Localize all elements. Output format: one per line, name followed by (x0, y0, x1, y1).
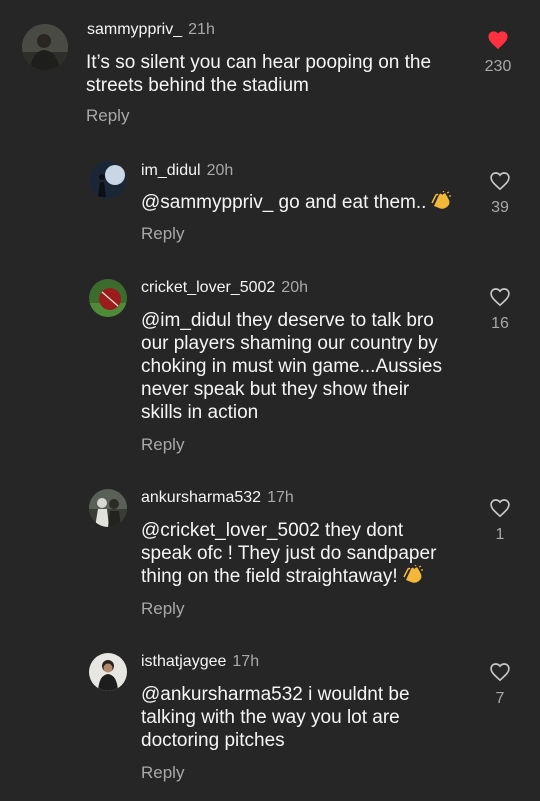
reply-button[interactable]: Reply (141, 435, 184, 455)
avatar[interactable] (89, 489, 127, 527)
comment-header: isthatjaygee 17h (141, 653, 259, 671)
timestamp: 20h (206, 162, 234, 179)
comment-text: @sammyppriv_ go and eat them.. (141, 190, 452, 217)
username[interactable]: sammyppriv_ (87, 21, 182, 38)
heart-filled-icon (488, 31, 508, 50)
like-count: 1 (495, 526, 505, 543)
silhouette-photo-icon (89, 161, 127, 199)
heart-outline-icon (490, 288, 510, 307)
comment-body: go and eat them.. (273, 192, 427, 213)
comment-header: ankursharma532 17h (141, 489, 294, 507)
comment-body: It’s so silent you can hear pooping on t… (86, 52, 432, 96)
reply-button[interactable]: Reply (141, 224, 184, 244)
avatar[interactable] (89, 161, 127, 199)
like-button[interactable]: 1 (480, 498, 520, 544)
username[interactable]: isthatjaygee (141, 653, 226, 670)
mention-link[interactable]: @sammyppriv_ (141, 192, 273, 213)
like-count: 7 (495, 690, 505, 707)
username[interactable]: ankursharma532 (141, 489, 261, 506)
timestamp: 20h (281, 279, 308, 296)
mention-link[interactable]: @ankursharma532 (141, 684, 303, 705)
reply-button[interactable]: Reply (86, 106, 129, 126)
heart-outline-icon (490, 172, 510, 191)
like-count: 39 (491, 199, 509, 216)
person-photo-icon (22, 24, 68, 70)
like-count: 16 (491, 315, 509, 332)
reply-button[interactable]: Reply (141, 599, 184, 619)
avatar[interactable] (89, 653, 127, 691)
reply-button[interactable]: Reply (141, 763, 184, 783)
like-button[interactable]: 39 (480, 171, 520, 217)
group-photo-icon (89, 489, 127, 527)
comment-header: cricket_lover_5002 20h (141, 279, 308, 297)
comment-text: @ankursharma532 i wouldnt be talking wit… (141, 683, 410, 752)
person-portrait-icon (89, 653, 127, 691)
comment-header: sammyppriv_ 21h (87, 21, 215, 39)
comment-header: im_didul 20h (141, 162, 233, 180)
comment-text: @cricket_lover_5002 they dont speak ofc … (141, 519, 436, 591)
clapping-hands-icon (402, 564, 424, 591)
clapping-hands-icon (430, 190, 452, 217)
like-button[interactable]: 230 (478, 30, 518, 76)
mention-link[interactable]: @cricket_lover_5002 (141, 520, 320, 541)
heart-outline-icon (490, 663, 510, 682)
timestamp: 17h (232, 653, 260, 670)
timestamp: 17h (267, 489, 294, 506)
like-count: 230 (484, 58, 512, 75)
avatar[interactable] (22, 24, 68, 70)
heart-outline-icon (490, 499, 510, 518)
avatar[interactable] (89, 279, 127, 317)
username[interactable]: cricket_lover_5002 (141, 279, 275, 296)
comment-text: @im_didul they deserve to talk bro our p… (141, 309, 442, 424)
username[interactable]: im_didul (141, 162, 201, 179)
mention-link[interactable]: @im_didul (141, 310, 231, 331)
like-button[interactable]: 7 (480, 662, 520, 708)
comment-text: It’s so silent you can hear pooping on t… (86, 51, 431, 97)
like-button[interactable]: 16 (480, 287, 520, 333)
timestamp: 21h (188, 21, 215, 38)
cricket-ball-photo-icon (89, 279, 127, 317)
